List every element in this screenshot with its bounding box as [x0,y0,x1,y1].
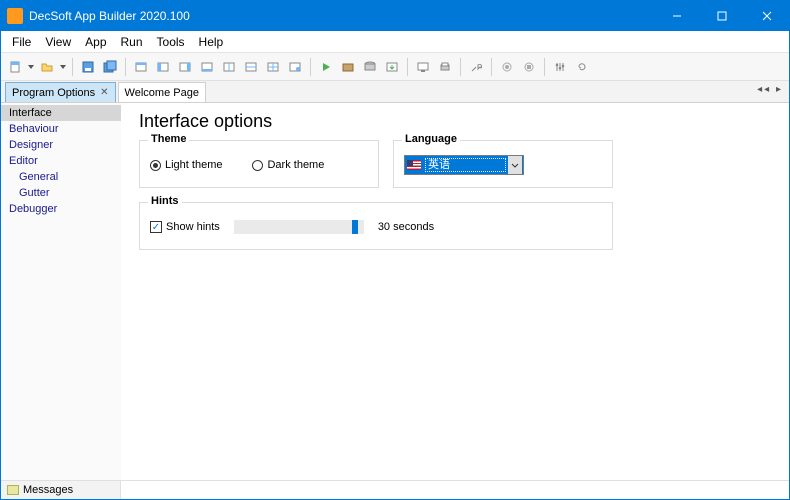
tab-label: Welcome Page [125,87,199,99]
database-icon[interactable] [360,57,380,77]
export-icon[interactable] [382,57,402,77]
radio-light-theme[interactable]: Light theme [150,159,222,171]
layout-icon-7[interactable] [263,57,283,77]
menu-tools[interactable]: Tools [150,33,192,51]
language-value: 英语 [425,158,506,172]
checkbox-label: Show hints [166,221,220,233]
menu-file[interactable]: File [5,33,38,51]
tab-welcome-page[interactable]: Welcome Page [118,82,206,102]
record-icon[interactable] [497,57,517,77]
sidebar-item-general[interactable]: General [1,169,121,185]
menu-app[interactable]: App [78,33,113,51]
minimize-button[interactable] [654,1,699,31]
sidebar-item-interface[interactable]: Interface [1,105,121,121]
sidebar-item-behaviour[interactable]: Behaviour [1,121,121,137]
toolbar [1,53,789,81]
chevron-down-icon[interactable] [508,156,522,174]
layout-icon-4[interactable] [197,57,217,77]
settings-icon[interactable] [550,57,570,77]
radio-label: Light theme [165,159,222,171]
refresh-icon[interactable] [572,57,592,77]
layout-icon-6[interactable] [241,57,261,77]
open-dropdown[interactable] [59,57,67,77]
sidebar-item-designer[interactable]: Designer [1,137,121,153]
messages-panel-toggle[interactable]: Messages [1,481,121,499]
package-icon[interactable] [338,57,358,77]
slider-thumb[interactable] [352,220,358,234]
sidebar-item-debugger[interactable]: Debugger [1,201,121,217]
menu-help[interactable]: Help [192,33,231,51]
save-all-icon[interactable] [100,57,120,77]
open-icon[interactable] [37,57,57,77]
content: Interface options Theme Light theme Dark… [121,103,789,480]
sidebar: Interface Behaviour Designer Editor Gene… [1,103,121,480]
new-file-dropdown[interactable] [27,57,35,77]
maximize-button[interactable] [699,1,744,31]
group-language-legend: Language [402,133,460,145]
print-icon[interactable] [435,57,455,77]
layout-icon-2[interactable] [153,57,173,77]
titlebar[interactable]: DecSoft App Builder 2020.100 [1,1,789,31]
page-title: Interface options [139,111,771,132]
checkbox-show-hints[interactable]: ✓ Show hints [150,221,220,233]
layout-icon-8[interactable] [285,57,305,77]
new-file-icon[interactable] [5,57,25,77]
tab-nav-arrows[interactable]: ◂◂ ▸ [757,84,783,95]
radio-icon [252,160,263,171]
group-hints: Hints ✓ Show hints 30 seconds [139,202,613,250]
statusbar: Messages [1,480,789,499]
layout-icon-3[interactable] [175,57,195,77]
monitor-icon[interactable] [413,57,433,77]
hints-value-label: 30 seconds [378,221,434,233]
tab-program-options[interactable]: Program Options ✕ [5,82,116,102]
window-title: DecSoft App Builder 2020.100 [29,9,654,23]
menu-view[interactable]: View [38,33,78,51]
language-select[interactable]: 英语 [404,155,524,175]
run-icon[interactable] [316,57,336,77]
menubar: File View App Run Tools Help [1,31,789,53]
radio-dark-theme[interactable]: Dark theme [252,159,324,171]
tools-icon[interactable] [466,57,486,77]
tab-label: Program Options [12,87,95,99]
group-language: Language 英语 [393,140,613,188]
messages-label: Messages [23,484,73,496]
stop-icon[interactable] [519,57,539,77]
tabbar: Program Options ✕ Welcome Page ◂◂ ▸ [1,81,789,103]
layout-icon-1[interactable] [131,57,151,77]
group-theme: Theme Light theme Dark theme [139,140,379,188]
close-button[interactable] [744,1,789,31]
sidebar-item-editor[interactable]: Editor [1,153,121,169]
tab-close-icon[interactable]: ✕ [100,87,108,98]
menu-run[interactable]: Run [114,33,150,51]
sidebar-item-gutter[interactable]: Gutter [1,185,121,201]
group-hints-legend: Hints [148,195,182,207]
app-icon [7,8,23,24]
save-icon[interactable] [78,57,98,77]
hints-slider[interactable] [234,220,364,234]
radio-icon [150,160,161,171]
checkbox-icon: ✓ [150,221,162,233]
radio-label: Dark theme [267,159,324,171]
messages-icon [7,485,19,495]
layout-icon-5[interactable] [219,57,239,77]
flag-icon [407,160,421,170]
group-theme-legend: Theme [148,133,189,145]
